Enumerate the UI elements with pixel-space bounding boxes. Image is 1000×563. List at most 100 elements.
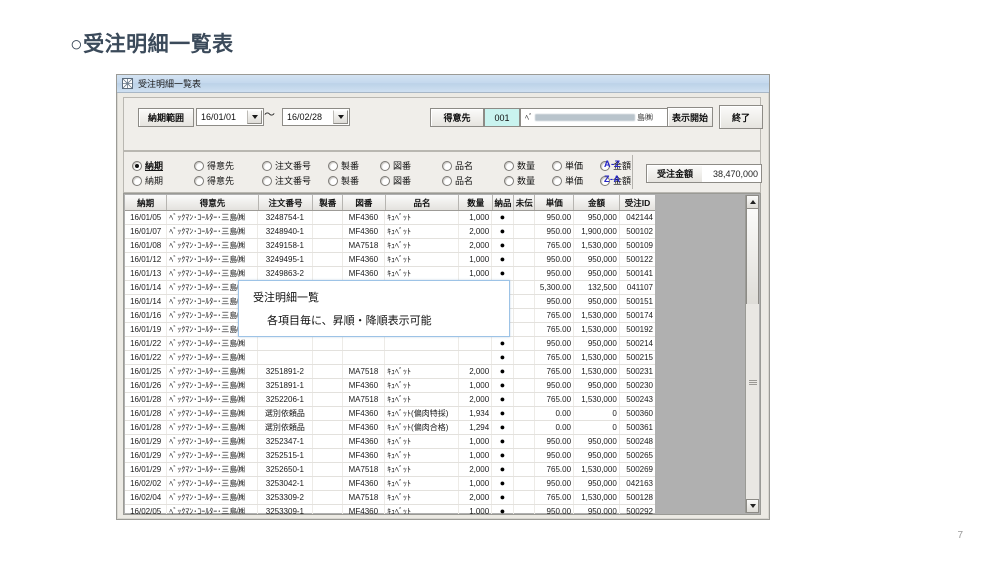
- sort-desc-radio-0[interactable]: 納期: [132, 174, 163, 187]
- table-cell: ●: [492, 505, 514, 514]
- sort-desc-radio-5[interactable]: 品名: [442, 174, 473, 187]
- table-cell: [343, 351, 386, 364]
- table-row[interactable]: 16/01/29 ﾍﾞｯｸﾏﾝ･ｺｰﾙﾀｰ･三島㈱ 3252515-1 MF4360 ｷ…: [125, 449, 655, 463]
- table-cell: ●: [492, 477, 514, 490]
- sort-desc-radio-7[interactable]: 単価: [552, 174, 583, 187]
- table-cell: 16/02/05: [125, 505, 168, 514]
- grid-vertical-scrollbar[interactable]: [745, 195, 759, 513]
- table-row[interactable]: 16/01/29 ﾍﾞｯｸﾏﾝ･ｺｰﾙﾀｰ･三島㈱ 3252347-1 MF4360 ｷ…: [125, 435, 655, 449]
- table-row[interactable]: 16/01/12 ﾍﾞｯｸﾏﾝ･ｺｰﾙﾀｰ･三島㈱ 3249495-1 MF4360 ｷ…: [125, 253, 655, 267]
- table-row[interactable]: 16/01/13 ﾍﾞｯｸﾏﾝ･ｺｰﾙﾀｰ･三島㈱ 3249863-2 MF4360 ｷ…: [125, 267, 655, 281]
- table-cell: [385, 351, 459, 364]
- sort-asc-radio-1[interactable]: 得意先: [194, 159, 234, 172]
- table-row[interactable]: 16/02/05 ﾍﾞｯｸﾏﾝ･ｺｰﾙﾀｰ･三島㈱ 3253309-1 MF4360 ｷ…: [125, 505, 655, 515]
- delivery-range-button[interactable]: 納期範囲: [138, 108, 194, 127]
- table-row[interactable]: 16/01/28 ﾍﾞｯｸﾏﾝ･ｺｰﾙﾀｰ･三島㈱ 3252206-1 MA7518 ｷ…: [125, 393, 655, 407]
- grid-header-row[interactable]: 納期 得意先 注文番号 製番 図番 品名 数量 納品 未伝 単価 金額 受注ID: [125, 195, 655, 211]
- table-cell: 1,000: [459, 379, 493, 392]
- table-cell: 500292: [626, 507, 653, 515]
- table-row[interactable]: 16/01/08 ﾍﾞｯｸﾏﾝ･ｺｰﾙﾀｰ･三島㈱ 3249158-1 MA7518 ｷ…: [125, 239, 655, 253]
- delivered-dot-icon: ●: [499, 408, 506, 418]
- table-cell: ﾍﾞｯｸﾏﾝ･ｺｰﾙﾀｰ･三島㈱: [167, 393, 259, 406]
- radio-dot-icon: [380, 160, 390, 171]
- table-row[interactable]: 16/01/25 ﾍﾞｯｸﾏﾝ･ｺｰﾙﾀｰ･三島㈱ 3251891-2 MA7518 ｷ…: [125, 365, 655, 379]
- table-cell: 2,000: [459, 463, 493, 476]
- table-row[interactable]: 16/02/04 ﾍﾞｯｸﾏﾝ･ｺｰﾙﾀｰ･三島㈱ 3253309-2 MA7518 ｷ…: [125, 491, 655, 505]
- grid-column-header-4[interactable]: 図番: [343, 195, 386, 210]
- table-cell: 500360: [626, 409, 653, 418]
- grid-column-header-2[interactable]: 注文番号: [259, 195, 314, 210]
- table-cell: 950.00: [535, 253, 575, 266]
- customer-code-field[interactable]: 001: [484, 108, 520, 127]
- table-row[interactable]: 16/01/22 ﾍﾞｯｸﾏﾝ･ｺｰﾙﾀｰ･三島㈱ ● 765.00 1,530,000…: [125, 351, 655, 365]
- delivered-dot-icon: ●: [499, 422, 506, 432]
- sort-asc-radio-6[interactable]: 数量: [504, 159, 535, 172]
- table-cell: ﾍﾞｯｸﾏﾝ･ｺｰﾙﾀｰ･三島㈱: [167, 435, 259, 448]
- table-cell: [258, 351, 313, 364]
- grid-column-header-9[interactable]: 単価: [535, 195, 575, 210]
- show-start-button[interactable]: 表示開始: [667, 107, 713, 127]
- scrollbar-track[interactable]: [746, 304, 759, 500]
- grid-column-header-6[interactable]: 数量: [459, 195, 493, 210]
- sort-asc-radio-label: 納期: [145, 161, 164, 171]
- table-cell: 1,530,000: [574, 463, 620, 476]
- table-cell: 1,000: [459, 505, 493, 514]
- table-row[interactable]: 16/01/28 ﾍﾞｯｸﾏﾝ･ｺｰﾙﾀｰ･三島㈱ 選別依頼品 MF4360 ｷｭﾍﾞｯ…: [125, 407, 655, 421]
- exit-button[interactable]: 終了: [719, 105, 763, 129]
- table-row[interactable]: 16/01/07 ﾍﾞｯｸﾏﾝ･ｺｰﾙﾀｰ･三島㈱ 3248940-1 MF4360 ｷ…: [125, 225, 655, 239]
- table-cell: ●: [492, 225, 514, 238]
- table-row[interactable]: 16/01/26 ﾍﾞｯｸﾏﾝ･ｺｰﾙﾀｰ･三島㈱ 3251891-1 MF4360 ｷ…: [125, 379, 655, 393]
- table-cell: 500248: [626, 437, 653, 446]
- grid-column-header-3[interactable]: 製番: [313, 195, 344, 210]
- table-cell: ●: [492, 337, 514, 350]
- chevron-down-icon[interactable]: [333, 110, 348, 124]
- table-cell: [313, 449, 343, 462]
- radio-dot-icon: [552, 175, 562, 186]
- table-row[interactable]: 16/01/22 ﾍﾞｯｸﾏﾝ･ｺｰﾙﾀｰ･三島㈱ ● 950.00 950,000 50…: [125, 337, 655, 351]
- table-row[interactable]: 16/02/02 ﾍﾞｯｸﾏﾝ･ｺｰﾙﾀｰ･三島㈱ 3253042-1 MF4360 ｷ…: [125, 477, 655, 491]
- date-to-select[interactable]: 16/02/28: [282, 108, 350, 126]
- scrollbar-thumb[interactable]: [746, 208, 759, 306]
- grid-column-header-10[interactable]: 金額: [574, 195, 620, 210]
- table-cell: 16/01/05: [125, 211, 168, 224]
- grid-column-header-1[interactable]: 得意先: [167, 195, 259, 210]
- table-row[interactable]: 16/01/28 ﾍﾞｯｸﾏﾝ･ｺｰﾙﾀｰ･三島㈱ 選別依頼品 MF4360 ｷｭﾍﾞｯ…: [125, 421, 655, 435]
- sort-asc-radio-7[interactable]: 単価: [552, 159, 583, 172]
- customer-button[interactable]: 得意先: [430, 108, 484, 127]
- grid-column-header-0[interactable]: 納期: [125, 195, 168, 210]
- chevron-down-icon[interactable]: [247, 110, 262, 124]
- order-detail-grid[interactable]: 納期 得意先 注文番号 製番 図番 品名 数量 納品 未伝 単価 金額 受注ID 16/01/05 ﾍﾞ…: [123, 193, 761, 515]
- sort-desc-radio-4[interactable]: 図番: [380, 174, 411, 187]
- sort-asc-radio-2[interactable]: 注文番号: [262, 159, 311, 172]
- table-cell: [514, 295, 536, 308]
- table-cell: 950.00: [535, 477, 575, 490]
- table-cell: 16/01/28: [125, 407, 168, 420]
- order-amount-label-button[interactable]: 受注金額: [646, 164, 704, 183]
- table-row[interactable]: 16/01/29 ﾍﾞｯｸﾏﾝ･ｺｰﾙﾀｰ･三島㈱ 3252650-1 MA7518 ｷ…: [125, 463, 655, 477]
- table-cell: ﾍﾞｯｸﾏﾝ･ｺｰﾙﾀｰ･三島㈱: [167, 477, 259, 490]
- scroll-up-button[interactable]: [746, 195, 759, 209]
- sort-asc-radio-5[interactable]: 品名: [442, 159, 473, 172]
- date-from-select[interactable]: 16/01/01: [196, 108, 264, 126]
- table-cell: ｷｭﾍﾞｯﾄ: [385, 379, 459, 392]
- sort-desc-radio-2[interactable]: 注文番号: [262, 174, 311, 187]
- sort-desc-radio-1[interactable]: 得意先: [194, 174, 234, 187]
- sort-asc-radio-0[interactable]: 納期: [132, 159, 163, 172]
- table-cell: 2,000: [459, 491, 493, 504]
- grid-column-header-11[interactable]: 受注ID: [620, 195, 655, 210]
- sort-asc-radio-label: 図番: [393, 161, 412, 171]
- table-row[interactable]: 16/01/05 ﾍﾞｯｸﾏﾝ･ｺｰﾙﾀｰ･三島㈱ 3248754-1 MF4360 ｷ…: [125, 211, 655, 225]
- sort-asc-radio-4[interactable]: 図番: [380, 159, 411, 172]
- table-cell: [313, 435, 343, 448]
- grid-column-header-5[interactable]: 品名: [386, 195, 460, 210]
- table-cell: 1,000: [459, 477, 493, 490]
- grid-column-header-8[interactable]: 未伝: [514, 195, 536, 210]
- sort-desc-radio-6[interactable]: 数量: [504, 174, 535, 187]
- table-cell: 042163: [626, 479, 653, 488]
- grid-column-header-7[interactable]: 納品: [493, 195, 515, 210]
- scroll-down-button[interactable]: [746, 499, 759, 513]
- sort-asc-radio-3[interactable]: 製番: [328, 159, 359, 172]
- sort-desc-radio-3[interactable]: 製番: [328, 174, 359, 187]
- grid-body[interactable]: 16/01/05 ﾍﾞｯｸﾏﾝ･ｺｰﾙﾀｰ･三島㈱ 3248754-1 MF4360 ｷ…: [125, 211, 655, 515]
- table-cell: [514, 365, 536, 378]
